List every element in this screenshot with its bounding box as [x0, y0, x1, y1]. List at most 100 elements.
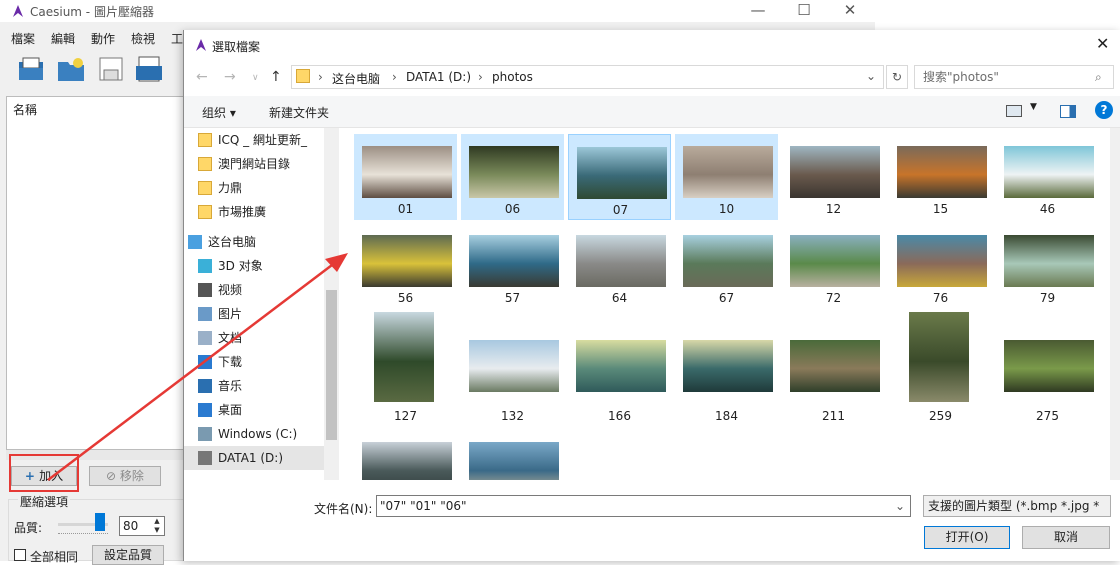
nav-item[interactable]: 3D 对象: [184, 254, 324, 278]
nav-item-label: 澳門網站目錄: [218, 157, 291, 171]
nav-item-label: 图片: [218, 307, 243, 321]
file-name: 259: [929, 409, 952, 423]
nav-item[interactable]: 视频: [184, 278, 324, 302]
nav-item[interactable]: DATA1 (D:): [184, 446, 324, 470]
nav-item-label: 市場推廣: [218, 205, 267, 219]
menu-action[interactable]: 動作: [91, 30, 115, 47]
caesium-logo-icon: [13, 5, 23, 17]
maximize-button[interactable]: ☐: [781, 0, 827, 22]
dialog-close-button[interactable]: ✕: [1096, 34, 1109, 53]
file-tile[interactable]: 132: [461, 312, 564, 428]
file-tile[interactable]: 211: [782, 312, 885, 428]
up-arrow-icon[interactable]: ↑: [270, 69, 282, 85]
preview-pane-icon[interactable]: [1060, 105, 1076, 118]
nav-item[interactable]: 文档: [184, 326, 324, 350]
menu-view[interactable]: 檢視: [131, 30, 155, 47]
filename-input[interactable]: "07" "01" "06" ⌄: [376, 495, 911, 517]
open-folder-icon[interactable]: [56, 54, 86, 84]
open-file-icon[interactable]: [16, 54, 46, 84]
folder-icon: [198, 133, 212, 147]
file-type-select[interactable]: 支援的圖片類型 (*.bmp *.jpg *: [923, 495, 1111, 517]
nav-item-label: 这台电脑: [208, 235, 257, 249]
remove-button[interactable]: ⊘ 移除: [89, 466, 161, 486]
quality-spinner[interactable]: ▲ ▼: [150, 517, 164, 535]
search-input[interactable]: 搜索"photos" ⌕: [914, 65, 1114, 89]
refresh-icon[interactable]: ↻: [886, 65, 908, 89]
file-thumbnail: [1004, 146, 1094, 198]
file-tile[interactable]: 57: [461, 223, 564, 309]
file-name: 275: [1036, 409, 1059, 423]
file-tile[interactable]: 72: [782, 223, 885, 309]
annotation-highlight-box: [9, 454, 79, 492]
file-tile[interactable]: 64: [568, 223, 671, 309]
file-tile[interactable]: 67: [675, 223, 778, 309]
navigation-scrollbar[interactable]: [324, 128, 339, 480]
file-tile[interactable]: 259: [889, 312, 992, 428]
nav-item[interactable]: 桌面: [184, 398, 324, 422]
image-list[interactable]: 名稱: [6, 96, 184, 450]
view-dropdown-icon[interactable]: ▼: [1030, 102, 1037, 112]
view-options-icon[interactable]: [1006, 105, 1022, 117]
organize-button[interactable]: 组织 ▾: [202, 104, 236, 121]
nav-item[interactable]: 市場推廣: [184, 200, 324, 224]
quality-slider-thumb[interactable]: [95, 513, 105, 531]
breadcrumb-this-pc[interactable]: 这台电脑: [332, 70, 380, 87]
file-tile[interactable]: 76: [889, 223, 992, 309]
file-tile[interactable]: 12: [782, 134, 885, 220]
nav-item[interactable]: 音乐: [184, 374, 324, 398]
file-tile[interactable]: [461, 430, 564, 480]
back-arrow-icon[interactable]: ←: [196, 69, 208, 85]
address-bar[interactable]: › 这台电脑 › DATA1 (D:) › photos ⌄: [291, 65, 884, 89]
quality-label: 品質:: [14, 521, 43, 535]
open-button[interactable]: 打开(O): [924, 526, 1010, 549]
file-tile[interactable]: 79: [996, 223, 1099, 309]
nav-item[interactable]: Windows (C:): [184, 422, 324, 446]
file-thumbnail: [790, 146, 880, 198]
file-tile[interactable]: 06: [461, 134, 564, 220]
compress-icon[interactable]: [134, 54, 164, 84]
caesium-logo-icon: [196, 39, 206, 51]
video-icon: [198, 283, 212, 297]
menu-more[interactable]: 工: [171, 30, 183, 47]
same-for-all-checkbox[interactable]: [14, 549, 26, 561]
nav-item[interactable]: 澳門網站目錄: [184, 152, 324, 176]
set-quality-button[interactable]: 設定品質: [92, 545, 164, 565]
close-button[interactable]: ✕: [827, 0, 873, 22]
breadcrumb-photos[interactable]: photos: [492, 70, 533, 84]
file-tile[interactable]: 275: [996, 312, 1099, 428]
recent-chevron-icon[interactable]: ∨: [252, 73, 259, 83]
nav-item[interactable]: 这台电脑: [184, 230, 324, 254]
file-tile[interactable]: 56: [354, 223, 457, 309]
save-icon[interactable]: [96, 54, 126, 84]
file-tile[interactable]: 46: [996, 134, 1099, 220]
file-tile[interactable]: [354, 430, 457, 480]
file-tile[interactable]: 166: [568, 312, 671, 428]
address-dropdown-icon[interactable]: ⌄: [866, 69, 876, 83]
file-tile[interactable]: 15: [889, 134, 992, 220]
file-tile[interactable]: 10: [675, 134, 778, 220]
navigation-scrollbar-thumb[interactable]: [326, 290, 337, 440]
new-folder-button[interactable]: 新建文件夹: [269, 104, 329, 121]
breadcrumb-drive[interactable]: DATA1 (D:): [406, 70, 471, 84]
file-grid-scrollbar[interactable]: [1110, 128, 1120, 480]
file-tile[interactable]: 07: [568, 134, 671, 220]
file-tile[interactable]: 184: [675, 312, 778, 428]
nav-item[interactable]: 下载: [184, 350, 324, 374]
nav-item[interactable]: 图片: [184, 302, 324, 326]
nav-item-label: 力鼎: [218, 181, 243, 195]
file-thumbnail: [469, 340, 559, 392]
file-name: 79: [1039, 291, 1056, 305]
forward-arrow-icon[interactable]: →: [224, 69, 236, 85]
menu-edit[interactable]: 編輯: [51, 30, 75, 47]
nav-item[interactable]: 力鼎: [184, 176, 324, 200]
file-tile[interactable]: 127: [354, 312, 457, 428]
file-thumbnail: [374, 312, 434, 402]
cancel-button[interactable]: 取消: [1022, 526, 1110, 549]
file-thumbnail: [362, 235, 452, 287]
minimize-button[interactable]: —: [735, 0, 781, 22]
nav-item[interactable]: ICQ _ 網址更新_: [184, 128, 324, 152]
menu-file[interactable]: 檔案: [11, 30, 35, 47]
file-tile[interactable]: 01: [354, 134, 457, 220]
filename-dropdown-icon[interactable]: ⌄: [895, 496, 905, 516]
help-icon[interactable]: ?: [1095, 101, 1113, 119]
